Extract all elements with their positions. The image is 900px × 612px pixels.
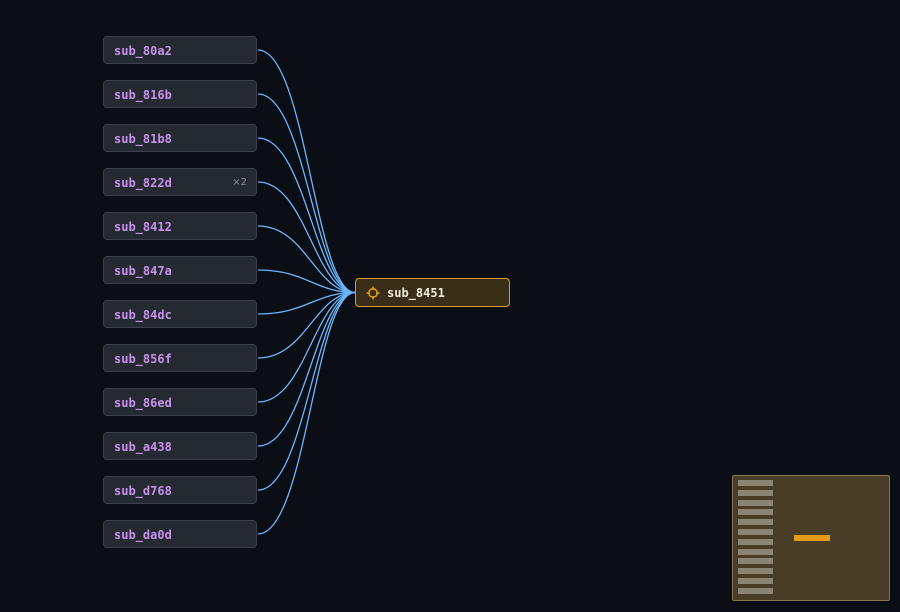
- minimap-caller-node: [738, 587, 773, 594]
- minimap-caller-node: [738, 529, 773, 535]
- caller-node[interactable]: sub_81b8: [103, 124, 257, 152]
- call-edge: [257, 291, 356, 535]
- caller-node[interactable]: sub_80a2: [103, 36, 257, 64]
- call-edge: [257, 291, 356, 447]
- crosshair-icon: [366, 286, 380, 300]
- minimap-caller-node: [738, 519, 773, 526]
- call-edge: [257, 49, 356, 294]
- caller-label: sub_816b: [114, 88, 172, 102]
- call-edge: [257, 93, 356, 294]
- caller-node[interactable]: sub_84dc: [103, 300, 257, 328]
- caller-node[interactable]: sub_822d ×2: [103, 168, 257, 196]
- minimap-caller-node: [738, 509, 773, 516]
- minimap-caller-node: [738, 499, 773, 506]
- caller-label: sub_da0d: [114, 528, 172, 542]
- caller-node[interactable]: sub_a438: [103, 432, 257, 460]
- minimap-caller-node: [738, 568, 773, 575]
- caller-label: sub_a438: [114, 440, 172, 454]
- minimap-caller-node: [738, 538, 773, 545]
- call-edge: [257, 181, 356, 294]
- call-edge: [257, 269, 356, 294]
- caller-label: sub_8412: [114, 220, 172, 234]
- caller-label: sub_847a: [114, 264, 172, 278]
- call-count-badge: ×2: [232, 177, 247, 188]
- call-edge: [257, 291, 356, 491]
- call-edge: [257, 225, 356, 294]
- minimap-target-node: [794, 535, 830, 541]
- minimap-caller-node: [738, 558, 773, 565]
- caller-label: sub_822d: [114, 176, 172, 190]
- minimap[interactable]: [732, 475, 890, 601]
- call-edge: [257, 291, 356, 359]
- caller-node[interactable]: sub_816b: [103, 80, 257, 108]
- minimap-caller-node: [738, 578, 773, 584]
- caller-node[interactable]: sub_d768: [103, 476, 257, 504]
- caller-node[interactable]: sub_86ed: [103, 388, 257, 416]
- minimap-caller-node: [738, 480, 773, 486]
- caller-node[interactable]: sub_856f: [103, 344, 257, 372]
- caller-node[interactable]: sub_da0d: [103, 520, 257, 548]
- target-function-node[interactable]: sub_8451: [355, 278, 510, 307]
- caller-label: sub_856f: [114, 352, 172, 366]
- caller-label: sub_84dc: [114, 308, 172, 322]
- target-function-label: sub_8451: [387, 286, 445, 300]
- minimap-caller-node: [738, 489, 773, 496]
- caller-node[interactable]: sub_8412: [103, 212, 257, 240]
- call-edge: [257, 291, 356, 403]
- minimap-caller-node: [738, 548, 773, 555]
- caller-label: sub_81b8: [114, 132, 172, 146]
- call-edge: [257, 291, 356, 315]
- caller-label: sub_d768: [114, 484, 172, 498]
- caller-node[interactable]: sub_847a: [103, 256, 257, 284]
- caller-label: sub_80a2: [114, 44, 172, 58]
- caller-label: sub_86ed: [114, 396, 172, 410]
- call-edge: [257, 137, 356, 294]
